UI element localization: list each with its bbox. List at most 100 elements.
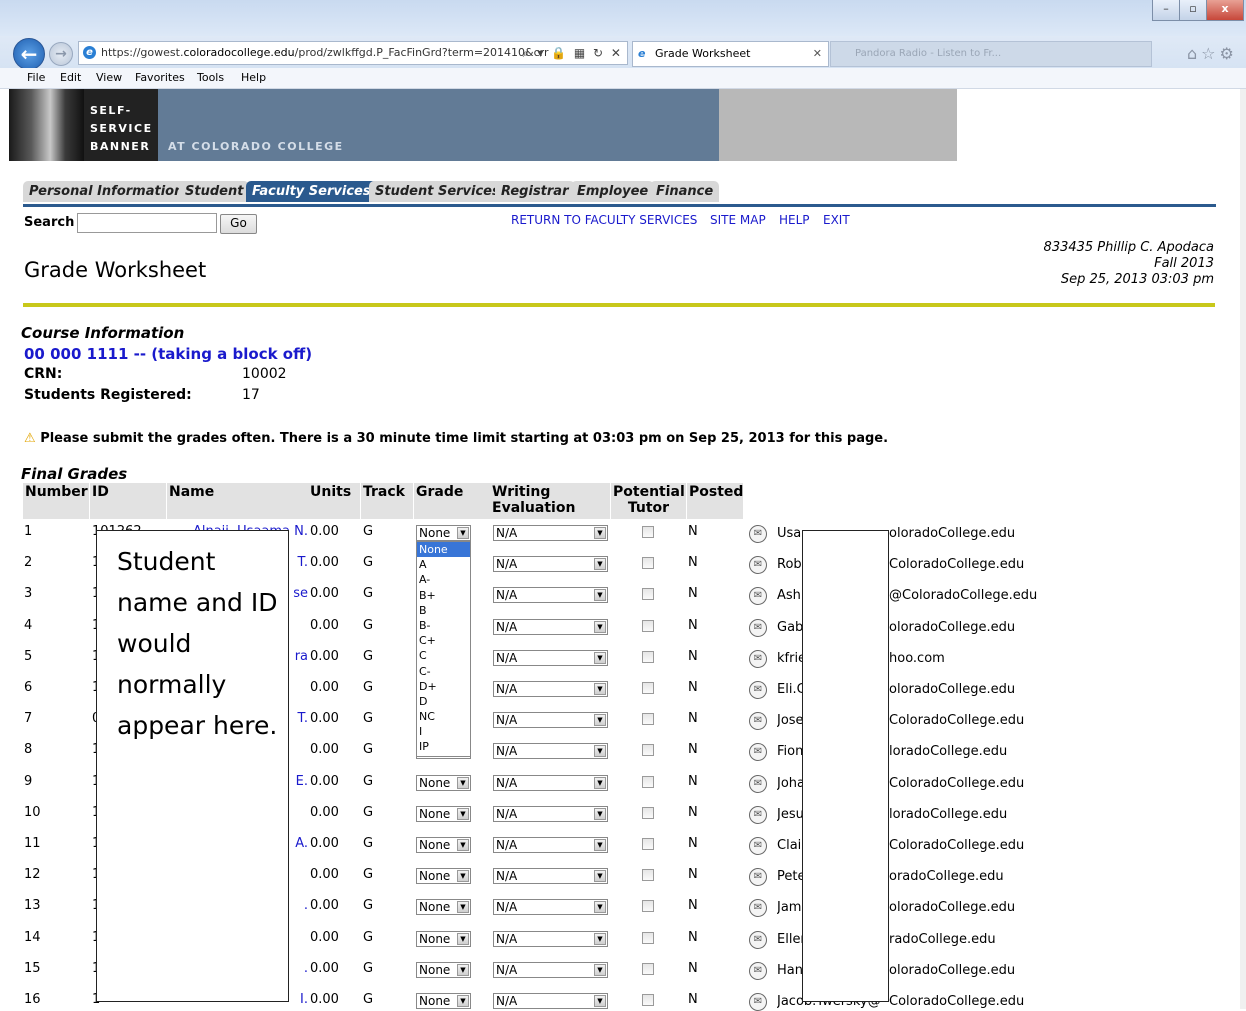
email-end[interactable]: ColoradoCollege.edu	[889, 838, 1024, 853]
email-icon[interactable]: ✉	[749, 931, 767, 949]
writing-evaluation-select[interactable]: N/A ▼	[493, 681, 608, 697]
grade-select[interactable]: None▼	[416, 868, 471, 884]
grade-option[interactable]: IP	[417, 739, 470, 754]
grade-option[interactable]: None	[417, 542, 470, 558]
email-icon[interactable]: ✉	[749, 868, 767, 886]
writing-evaluation-select[interactable]: N/A ▼	[493, 837, 608, 853]
close-tab-icon[interactable]: ✕	[813, 42, 822, 66]
potential-tutor-checkbox[interactable]	[642, 900, 654, 912]
email-icon[interactable]: ✉	[749, 556, 767, 574]
email-start[interactable]: Jesu	[777, 807, 804, 822]
email-start[interactable]: Joha	[777, 776, 805, 791]
email-start[interactable]: Han	[777, 963, 803, 978]
email-start[interactable]: Rob	[777, 557, 802, 572]
email-end[interactable]: ColoradoCollege.edu	[889, 994, 1024, 1009]
potential-tutor-checkbox[interactable]	[642, 932, 654, 944]
tab-personal-information[interactable]: Personal Information	[23, 181, 190, 202]
grade-select[interactable]: None▼	[416, 899, 471, 915]
potential-tutor-checkbox[interactable]	[642, 869, 654, 881]
writing-evaluation-select[interactable]: N/A ▼	[493, 587, 608, 603]
go-button[interactable]: Go	[220, 214, 257, 234]
address-bar-icons[interactable]: ⌕ ▾ 🔒 ▦ ↻ ✕	[523, 42, 623, 64]
grade-select[interactable]: None▼	[416, 806, 471, 822]
writing-evaluation-select[interactable]: N/A ▼	[493, 556, 608, 572]
potential-tutor-checkbox[interactable]	[642, 526, 654, 538]
page-scrollbar[interactable]	[1240, 89, 1246, 1009]
email-end[interactable]: loradoCollege.edu	[889, 807, 1007, 822]
favorites-star-icon[interactable]: ☆	[1201, 44, 1219, 63]
potential-tutor-checkbox[interactable]	[642, 776, 654, 788]
grade-option[interactable]: C+	[417, 633, 470, 648]
email-icon[interactable]: ✉	[749, 587, 767, 605]
email-end[interactable]: hoo.com	[889, 651, 945, 666]
email-icon[interactable]: ✉	[749, 650, 767, 668]
potential-tutor-checkbox[interactable]	[642, 713, 654, 725]
email-end[interactable]: oloradoCollege.edu	[889, 526, 1015, 541]
menu-favorites[interactable]: Favorites	[135, 68, 185, 88]
potential-tutor-checkbox[interactable]	[642, 682, 654, 694]
grade-select[interactable]: None▼	[416, 837, 471, 853]
site-map-link[interactable]: SITE MAP	[710, 213, 766, 227]
address-bar[interactable]: e https://gowest.coloradocollege.edu/pro…	[78, 41, 628, 65]
email-icon[interactable]: ✉	[749, 993, 767, 1011]
email-start[interactable]: Gab	[777, 620, 803, 635]
email-icon[interactable]: ✉	[749, 837, 767, 855]
email-end[interactable]: loradoCollege.edu	[889, 744, 1007, 759]
return-to-faculty-services-link[interactable]: RETURN TO FACULTY SERVICES	[511, 213, 697, 227]
tab-faculty-services[interactable]: Faculty Services	[246, 181, 377, 202]
writing-evaluation-select[interactable]: N/A ▼	[493, 619, 608, 635]
writing-evaluation-select[interactable]: N/A ▼	[493, 993, 608, 1009]
email-icon[interactable]: ✉	[749, 899, 767, 917]
potential-tutor-checkbox[interactable]	[642, 838, 654, 850]
grade-option[interactable]: NC	[417, 709, 470, 724]
restore-button[interactable]: ▫	[1179, 0, 1207, 21]
writing-evaluation-select[interactable]: N/A ▼	[493, 962, 608, 978]
email-end[interactable]: oloradoCollege.edu	[889, 963, 1015, 978]
home-icon[interactable]: ⌂	[1187, 44, 1201, 63]
email-end[interactable]: ColoradoCollege.edu	[889, 557, 1024, 572]
writing-evaluation-select[interactable]: N/A ▼	[493, 525, 608, 541]
help-link[interactable]: HELP	[779, 213, 810, 227]
email-icon[interactable]: ✉	[749, 743, 767, 761]
grade-select[interactable]: None▼	[416, 525, 471, 541]
grade-dropdown-list[interactable]: None A A- B+ B B- C+ C C- D+ D NC I IP	[416, 541, 471, 757]
back-button[interactable]: ←	[13, 38, 45, 70]
settings-gear-icon[interactable]: ⚙	[1220, 44, 1238, 63]
email-start[interactable]: Usa	[777, 526, 801, 541]
potential-tutor-checkbox[interactable]	[642, 744, 654, 756]
minimize-button[interactable]: –	[1152, 0, 1180, 21]
grade-select[interactable]: None▼	[416, 962, 471, 978]
grade-option[interactable]: I	[417, 724, 470, 739]
email-end[interactable]: oloradoCollege.edu	[889, 682, 1015, 697]
email-icon[interactable]: ✉	[749, 681, 767, 699]
writing-evaluation-select[interactable]: N/A ▼	[493, 868, 608, 884]
email-start[interactable]: Clai	[777, 838, 801, 853]
potential-tutor-checkbox[interactable]	[642, 963, 654, 975]
browser-right-icons[interactable]: ⌂☆⚙	[1187, 44, 1238, 63]
grade-option[interactable]: C	[417, 648, 470, 663]
email-end[interactable]: @ColoradoCollege.edu	[889, 588, 1037, 603]
tab-employee[interactable]: Employee	[571, 181, 655, 202]
email-icon[interactable]: ✉	[749, 775, 767, 793]
writing-evaluation-select[interactable]: N/A ▼	[493, 712, 608, 728]
writing-evaluation-select[interactable]: N/A ▼	[493, 806, 608, 822]
tab-student-services[interactable]: Student Services	[369, 181, 506, 202]
browser-tab-inactive[interactable]: Pandora Radio - Listen to Fr...	[830, 41, 1152, 67]
email-icon[interactable]: ✉	[749, 525, 767, 543]
forward-button[interactable]: →	[49, 42, 73, 66]
browser-tab-active[interactable]: e Grade Worksheet ✕	[632, 41, 829, 67]
email-start[interactable]: Jam	[777, 900, 801, 915]
potential-tutor-checkbox[interactable]	[642, 557, 654, 569]
menu-help[interactable]: Help	[241, 68, 266, 88]
email-icon[interactable]: ✉	[749, 712, 767, 730]
writing-evaluation-select[interactable]: N/A ▼	[493, 899, 608, 915]
potential-tutor-checkbox[interactable]	[642, 994, 654, 1006]
potential-tutor-checkbox[interactable]	[642, 588, 654, 600]
grade-select[interactable]: None▼	[416, 993, 471, 1009]
potential-tutor-checkbox[interactable]	[642, 651, 654, 663]
email-end[interactable]: ColoradoCollege.edu	[889, 713, 1024, 728]
email-end[interactable]: ColoradoCollege.edu	[889, 776, 1024, 791]
tab-student[interactable]: Student	[179, 181, 250, 202]
email-icon[interactable]: ✉	[749, 962, 767, 980]
email-start[interactable]: Jose	[777, 713, 804, 728]
